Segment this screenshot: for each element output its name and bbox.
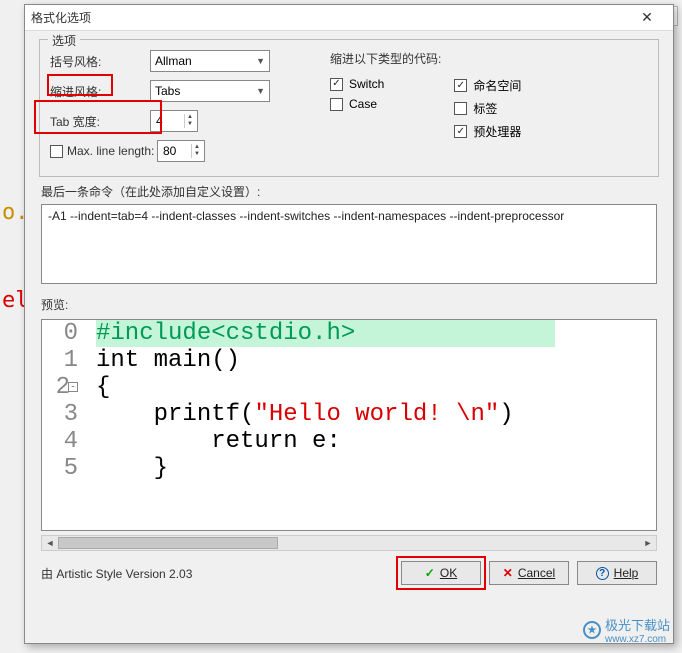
code-line-0: #include<cstdio.h> [96,320,555,347]
options-group-label: 选项 [48,32,80,49]
spinner-down-icon[interactable]: ▼ [191,151,202,158]
spinner-down-icon[interactable]: ▼ [184,121,195,128]
switch-label: Switch [349,77,384,91]
dialog-title: 格式化选项 [31,9,627,26]
indent-style-value: Tabs [155,84,180,98]
maxline-checkbox[interactable] [50,145,63,158]
max-line-length-spinner[interactable]: 80 ▲▼ [157,140,205,162]
scroll-left-icon[interactable]: ◄ [42,536,58,550]
indent-types-title: 缩进以下类型的代码: [330,50,648,67]
bracket-style-label: 括号风格: [50,53,150,70]
titlebar: 格式化选项 ✕ [25,5,673,31]
tab-width-value: 4 [156,114,163,128]
scroll-right-icon[interactable]: ► [640,536,656,550]
bracket-style-value: Allman [155,54,192,68]
version-text: 由 Artistic Style Version 2.03 [41,565,393,582]
watermark-logo-icon: ★ [583,621,601,639]
commandline-input[interactable]: -A1 --indent=tab=4 --indent-classes --in… [41,204,657,284]
code-line-3a: printf( [96,401,254,428]
commandline-label: 最后一条命令（在此处添加自定义设置）: [41,183,657,200]
watermark: ★ 极光下载站 www.xz7.com [583,615,670,645]
max-line-length-label: Max. line length: [67,144,157,158]
tab-width-spinner[interactable]: 4 ▲▼ [150,110,198,132]
spinner-up-icon[interactable]: ▲ [184,114,195,121]
label-label: 标签 [473,100,497,117]
help-button[interactable]: ? Help [577,561,657,585]
case-label: Case [349,97,377,111]
namespace-checkbox[interactable]: ✓ [454,79,467,92]
ok-button-label: OK [440,566,457,580]
fold-icon[interactable]: - [68,382,78,392]
ok-button[interactable]: ✓ OK [401,561,481,585]
question-icon: ? [596,567,609,580]
code-line-2: { [88,374,110,401]
close-button[interactable]: ✕ [627,7,667,29]
indent-style-combo[interactable]: Tabs ▼ [150,80,270,102]
chevron-down-icon: ▼ [256,86,265,96]
x-icon: ✕ [503,566,513,580]
preview-label: 预览: [41,296,657,313]
watermark-url: www.xz7.com [605,634,670,645]
tab-width-label: Tab 宽度: [50,113,150,130]
preprocessor-checkbox[interactable]: ✓ [454,125,467,138]
watermark-text: 极光下载站 [605,615,670,634]
dialog-footer: 由 Artistic Style Version 2.03 ✓ OK ✕ Can… [25,551,673,595]
options-group: 选项 括号风格: Allman ▼ 缩进风格: Tabs ▼ [39,39,659,177]
namespace-label: 命名空间 [473,77,521,94]
scrollbar-thumb[interactable] [58,537,278,549]
code-line-3b: "Hello world! \n" [254,401,499,428]
max-line-length-value: 80 [163,144,176,158]
switch-checkbox[interactable]: ✓ [330,78,343,91]
code-line-3c: ) [499,401,513,428]
code-preview: 0#include<cstdio.h> 1int main() 2-{ 3 pr… [41,319,657,531]
cancel-button[interactable]: ✕ Cancel [489,561,569,585]
chevron-down-icon: ▼ [256,56,265,66]
bracket-style-combo[interactable]: Allman ▼ [150,50,270,72]
code-line-1: int main() [88,347,240,374]
commandline-value: -A1 --indent=tab=4 --indent-classes --in… [48,209,564,223]
horizontal-scrollbar[interactable]: ◄ ► [41,535,657,551]
check-icon: ✓ [425,566,435,580]
help-button-label: Help [614,566,639,580]
formatting-options-dialog: 格式化选项 ✕ 选项 括号风格: Allman ▼ 缩进风格: Tabs ▼ [24,4,674,644]
indent-style-label: 缩进风格: [50,83,150,100]
preprocessor-label: 预处理器 [473,123,521,140]
spinner-up-icon[interactable]: ▲ [191,144,202,151]
case-checkbox[interactable] [330,98,343,111]
label-checkbox[interactable] [454,102,467,115]
code-line-5: } [88,455,168,482]
code-line-4: return e: [88,428,341,455]
cancel-button-label: Cancel [518,566,555,580]
